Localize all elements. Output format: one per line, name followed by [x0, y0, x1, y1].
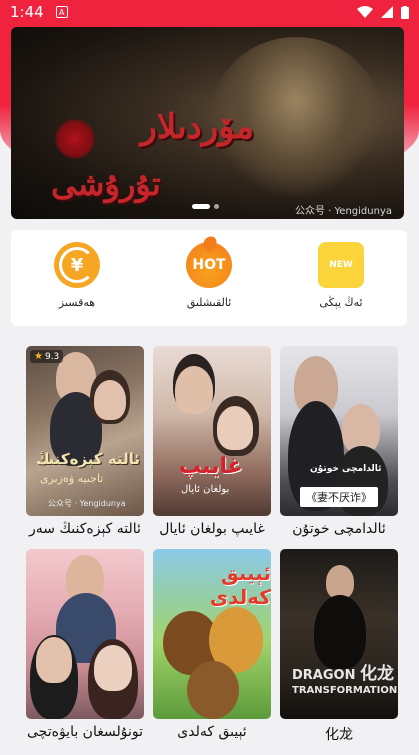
drama-title: ئېيىق كەلدى [177, 724, 247, 740]
notification-icon: A [55, 6, 68, 18]
shortcut-hot-label: ئالقىشلىق [186, 296, 232, 309]
drama-poster: ئېيىق كەلدى [153, 549, 271, 719]
poster-subtitle: TRANSFORMATION [292, 685, 398, 696]
signal-icon [381, 6, 393, 18]
poster-title: ئېيىق كەلدى [209, 561, 271, 609]
drama-card[interactable]: ئالدامچى خوتۇن 《妻不厌诈》 ئالدامچى خوتۇن [280, 346, 398, 537]
banner-title-line1: مۆردىلار [140, 107, 254, 147]
rating-badge: ★ 9.3 [30, 350, 64, 363]
banner-watermark: 公众号 · Yengidunya [294, 206, 392, 217]
shortcut-hot[interactable]: HOT ئالقىشلىق [149, 242, 269, 309]
poster-title: ئالتە كېزەكنىڭ [36, 450, 140, 468]
carousel-dot-active [192, 204, 210, 209]
poster-quote: 《妻不厌诈》 [300, 487, 378, 507]
poster-title: غايىپ [179, 454, 243, 479]
drama-poster: غايىپ بولغان ئايال [153, 346, 271, 516]
blood-splatter [55, 119, 95, 159]
hero-banner[interactable]: مۆردىلار تۇرۇشى 公众号 · Yengidunya [11, 27, 404, 219]
star-icon: ★ [34, 351, 43, 362]
drama-card[interactable]: ★ 9.3 ئالتە كېزەكنىڭ تاجىيە ۋەزىرى 公众号 ·… [26, 346, 144, 537]
new-icon: NEW [318, 242, 364, 288]
poster-title: DRAGON [292, 668, 356, 683]
shortcut-free[interactable]: ¥ ھەقسىز [17, 242, 137, 309]
poster-cn-title: 化龙 [360, 664, 394, 684]
drama-card[interactable]: غايىپ بولغان ئايال غايىپ بولغان ئايال [153, 346, 271, 537]
drama-title: ئالدامچى خوتۇن [292, 521, 386, 537]
drama-poster: ئالدامچى خوتۇن 《妻不厌诈》 [280, 346, 398, 516]
yuan-icon: ¥ [54, 242, 100, 288]
battery-icon [401, 5, 409, 19]
drama-card[interactable]: DRAGON 化龙 TRANSFORMATION 化龙 [280, 549, 398, 744]
poster-title: ئالدامچى خوتۇن [310, 464, 382, 474]
drama-poster [26, 549, 144, 719]
poster-watermark: 公众号 · Yengidunya [48, 499, 126, 508]
drama-title: تونۇلسغان بايۋەتچى [27, 724, 143, 740]
clock: 1:44 [10, 3, 44, 21]
shortcut-new[interactable]: NEW ئەڭ يېڭى [281, 242, 401, 309]
shortcut-new-label: ئەڭ يېڭى [319, 296, 363, 309]
drama-poster: DRAGON 化龙 TRANSFORMATION [280, 549, 398, 719]
rating-value: 9.3 [44, 351, 60, 362]
status-bar: 1:44 A [0, 0, 419, 24]
carousel-indicator [192, 204, 219, 209]
status-icons [357, 5, 409, 19]
poster-subtitle: بولغان ئايال [181, 484, 230, 495]
drama-title: ئالتە كېزەكنىڭ سەر [29, 521, 141, 537]
drama-card[interactable]: ئېيىق كەلدى ئېيىق كەلدى [153, 549, 271, 740]
drama-title: غايىپ بولغان ئايال [159, 521, 265, 537]
shortcut-free-label: ھەقسىز [58, 296, 96, 309]
drama-card[interactable]: تونۇلسغان بايۋەتچى [26, 549, 144, 740]
carousel-dot [214, 204, 219, 209]
hot-icon: HOT [186, 242, 232, 288]
poster-subtitle: تاجىيە ۋەزىرى [40, 472, 104, 485]
category-shortcuts: ¥ ھەقسىز HOT ئالقىشلىق NEW ئەڭ يېڭى [11, 230, 407, 326]
wifi-icon [357, 6, 373, 18]
banner-title-line2: تۇرۇشى [51, 165, 161, 203]
drama-poster: ★ 9.3 ئالتە كېزەكنىڭ تاجىيە ۋەزىرى 公众号 ·… [26, 346, 144, 516]
drama-title: 化龙 [325, 727, 353, 743]
poster-title-block: DRAGON 化龙 TRANSFORMATION [292, 664, 398, 698]
